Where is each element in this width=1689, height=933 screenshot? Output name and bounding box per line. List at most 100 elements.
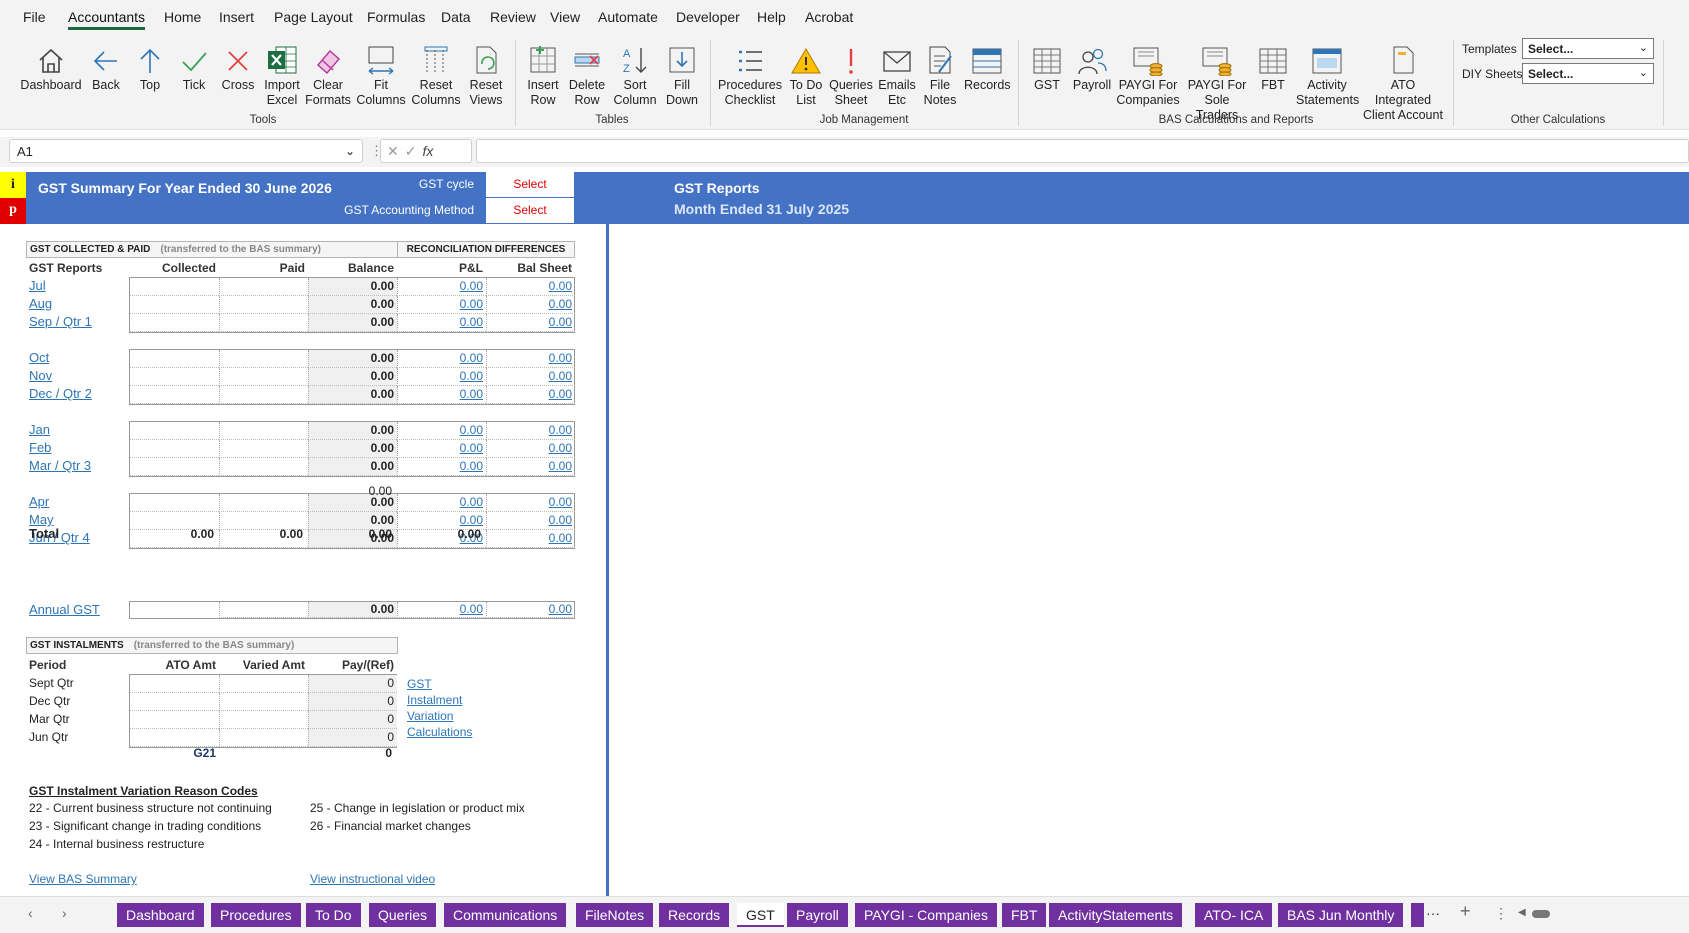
reset-views-button[interactable]: Reset Views (466, 40, 506, 108)
paygi-sole-traders-button[interactable]: PAYGI For Sole Traders (1183, 40, 1251, 123)
reset-columns-button[interactable]: Reset Columns (410, 40, 462, 108)
scroll-thumb[interactable] (1532, 910, 1550, 918)
tab-to-do[interactable]: To Do (306, 903, 361, 927)
paid-cell[interactable] (219, 422, 308, 440)
month-link[interactable]: Apr (29, 494, 49, 509)
add-sheet-icon[interactable]: + (1460, 901, 1471, 922)
bal-sheet-link[interactable]: 0.00 (486, 278, 575, 296)
gst-cycle-select[interactable]: Select (486, 172, 574, 197)
menu-review[interactable]: Review (490, 9, 536, 25)
menu-help[interactable]: Help (757, 9, 786, 25)
menu-page-layout[interactable]: Page Layout (274, 9, 353, 25)
collected-cell[interactable] (130, 350, 219, 368)
menu-view[interactable]: View (550, 9, 580, 25)
menu-data[interactable]: Data (441, 9, 471, 25)
month-link[interactable]: May (29, 512, 54, 527)
bal-sheet-link[interactable]: 0.00 (486, 440, 575, 458)
varied-amt-cell[interactable] (219, 711, 308, 729)
tab-queries[interactable]: Queries (369, 903, 437, 927)
more-tabs-icon[interactable]: ··· (1426, 905, 1440, 921)
bal-sheet-link[interactable]: 0.00 (486, 296, 575, 314)
bal-sheet-link[interactable]: 0.00 (486, 386, 575, 404)
paid-cell[interactable] (219, 494, 308, 512)
horizontal-scrollbar[interactable]: ◀ (1518, 907, 1688, 919)
fit-columns-button[interactable]: Fit Columns (356, 40, 406, 108)
paid-cell[interactable] (219, 440, 308, 458)
tab-scroll-left-icon[interactable]: ‹ (28, 905, 33, 921)
paid-cell[interactable] (219, 368, 308, 386)
month-link[interactable]: Aug (29, 296, 52, 311)
menu-formulas[interactable]: Formulas (367, 9, 425, 25)
collected-cell[interactable] (130, 296, 219, 314)
sort-column-button[interactable]: AZ Sort Column (611, 40, 659, 108)
menu-home[interactable]: Home (164, 9, 201, 25)
variation-calculations-link[interactable]: GST Instalment Variation Calculations (407, 676, 472, 740)
paid-cell[interactable] (219, 386, 308, 404)
pl-link[interactable]: 0.00 (397, 350, 486, 368)
activity-statements-button[interactable]: Activity Statements (1296, 40, 1359, 108)
month-link[interactable]: Feb (29, 440, 51, 455)
varied-amt-cell[interactable] (219, 675, 308, 693)
tab-bas-jun-monthly[interactable]: BAS Jun Monthly (1278, 903, 1404, 927)
month-link[interactable]: Oct (29, 350, 49, 365)
file-notes-button[interactable]: File Notes (921, 40, 959, 108)
paid-cell[interactable] (219, 350, 308, 368)
collected-cell[interactable] (130, 422, 219, 440)
insert-row-button[interactable]: Insert Row (523, 40, 563, 108)
pl-link[interactable]: 0.00 (397, 386, 486, 404)
bal-sheet-link[interactable]: 0.00 (486, 368, 575, 386)
pl-link[interactable]: 0.00 (397, 296, 486, 314)
tick-button[interactable]: Tick (174, 40, 214, 93)
paygi-companies-button[interactable]: PAYGI For Companies (1116, 40, 1180, 108)
bal-sheet-link[interactable]: 0.00 (486, 314, 575, 332)
pl-link[interactable]: 0.00 (397, 494, 486, 512)
menu-acrobat[interactable]: Acrobat (805, 9, 853, 25)
cancel-icon[interactable]: ✕ (387, 143, 405, 159)
pl-link[interactable]: 0.00 (397, 368, 486, 386)
pl-link[interactable]: 0.00 (397, 440, 486, 458)
collected-cell[interactable] (130, 386, 219, 404)
menu-insert[interactable]: Insert (219, 9, 254, 25)
info-icon[interactable]: i (0, 172, 26, 198)
bal-sheet-link[interactable]: 0.00 (486, 494, 575, 512)
payroll-button[interactable]: Payroll (1071, 40, 1113, 93)
collected-cell[interactable] (130, 494, 219, 512)
tab-fbt[interactable]: FBT (1002, 903, 1047, 927)
tab-activitystatements[interactable]: ActivityStatements (1049, 903, 1183, 927)
month-link[interactable]: Jan (29, 422, 50, 437)
templates-select[interactable]: Select... ⌄ (1522, 38, 1654, 59)
dashboard-button[interactable]: Dashboard (20, 40, 82, 93)
menu-automate[interactable]: Automate (598, 9, 658, 25)
month-link[interactable]: Sep / Qtr 1 (29, 314, 92, 329)
ato-amt-cell[interactable] (130, 711, 219, 729)
procedures-checklist-button[interactable]: Procedures Checklist (718, 40, 782, 108)
records-button[interactable]: Records (964, 40, 1011, 93)
p-icon[interactable]: p (0, 198, 26, 224)
scroll-left-icon[interactable]: ◀ (1518, 907, 1526, 918)
tab-overflow[interactable] (1411, 903, 1424, 927)
collected-cell[interactable] (130, 314, 219, 332)
tab-ato-ica[interactable]: ATO- ICA (1195, 903, 1273, 927)
enter-icon[interactable]: ✓ (405, 143, 423, 159)
view-bas-summary-link[interactable]: View BAS Summary (29, 872, 137, 886)
import-excel-button[interactable]: Import Excel (262, 40, 302, 108)
menu-accountants[interactable]: Accountants (68, 9, 146, 30)
pl-link[interactable]: 0.00 (397, 314, 486, 332)
diy-sheets-select[interactable]: Select... ⌄ (1522, 63, 1654, 84)
tab-scroll-right-icon[interactable]: › (62, 905, 67, 921)
gst-method-select[interactable]: Select (486, 198, 574, 223)
back-button[interactable]: Back (86, 40, 126, 93)
annual-pl[interactable]: 0.00 (397, 602, 486, 618)
tab-filenotes[interactable]: FileNotes (576, 903, 654, 927)
paid-cell[interactable] (219, 458, 308, 476)
month-link[interactable]: Jul (29, 278, 46, 293)
pl-link[interactable]: 0.00 (397, 422, 486, 440)
ato-ica-button[interactable]: ATO Integrated Client Account (1361, 40, 1445, 123)
paid-cell[interactable] (219, 278, 308, 296)
varied-amt-cell[interactable] (219, 729, 308, 747)
tab-paygi-companies[interactable]: PAYGI - Companies (855, 903, 997, 927)
tab-records[interactable]: Records (659, 903, 730, 927)
cross-button[interactable]: Cross (218, 40, 258, 93)
pl-link[interactable]: 0.00 (397, 278, 486, 296)
annual-bal-sheet[interactable]: 0.00 (486, 602, 575, 618)
